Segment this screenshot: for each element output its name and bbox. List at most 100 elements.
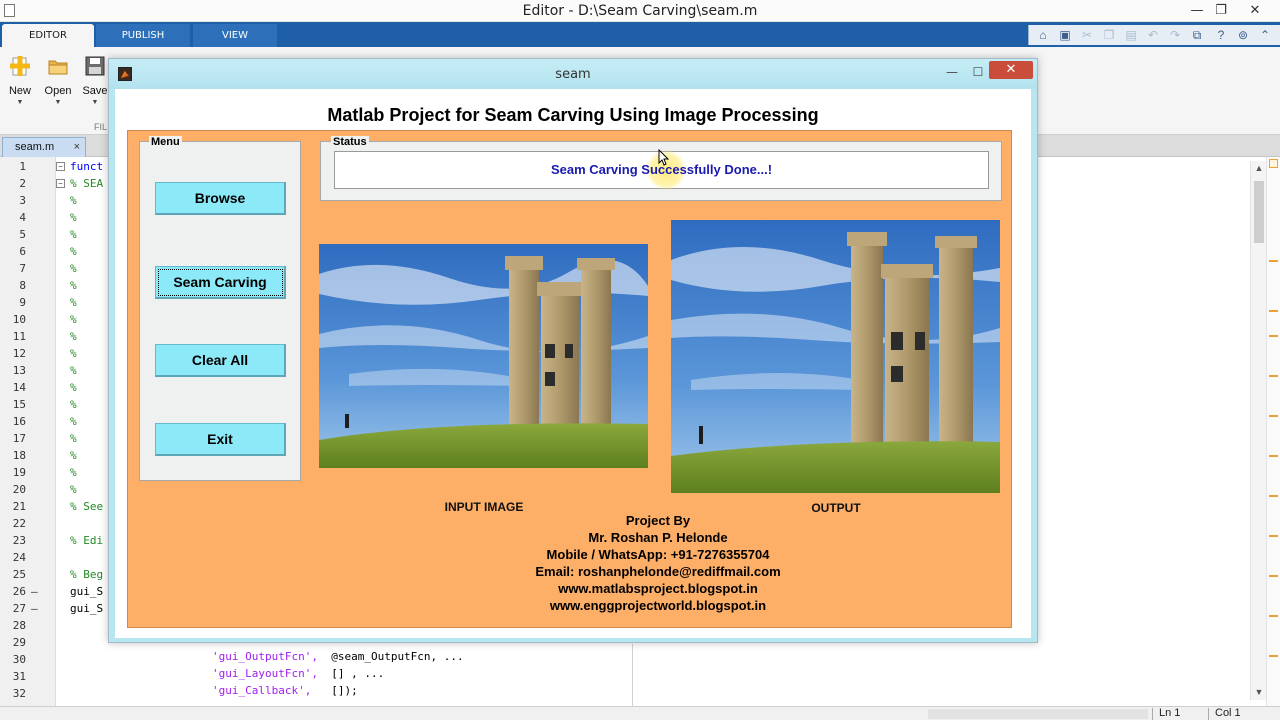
fold-toggle-icon[interactable]: −: [56, 179, 65, 188]
code-line-31: 'gui_LayoutFcn', [] , ...: [212, 667, 385, 680]
executable-line-marker[interactable]: —: [31, 602, 38, 615]
warning-marker[interactable]: [1269, 655, 1278, 657]
status-legend: Status: [331, 136, 369, 148]
help-icon[interactable]: ?: [1213, 27, 1229, 43]
open-folder-icon: [48, 60, 68, 75]
code-line: %: [70, 398, 77, 411]
code-line: %: [70, 296, 77, 309]
copy-icon[interactable]: ❐: [1101, 27, 1117, 43]
figure-heading: Matlab Project for Seam Carving Using Im…: [327, 105, 819, 125]
code-line: %: [70, 228, 77, 241]
code-line-32: 'gui_Callback', []);: [212, 684, 358, 697]
figure-title: seam: [555, 67, 591, 82]
menu-legend: Menu: [149, 136, 182, 148]
line-number: 12: [12, 347, 26, 360]
paste-icon[interactable]: ▤: [1123, 27, 1139, 43]
code-line: %: [70, 381, 77, 394]
line-number: 13: [12, 364, 26, 377]
code-line: %: [70, 432, 77, 445]
divider: [1208, 708, 1209, 720]
code-line: % SEA: [70, 177, 104, 190]
warning-marker[interactable]: [1269, 615, 1278, 617]
figure-maximize-button[interactable]: ☐: [967, 63, 989, 81]
scroll-down-icon[interactable]: ▼: [1251, 687, 1267, 697]
browse-button[interactable]: Browse: [155, 182, 286, 215]
collapse-icon[interactable]: ⌃: [1257, 27, 1273, 43]
warning-marker[interactable]: [1269, 415, 1278, 417]
line-number: 19: [12, 466, 26, 479]
warning-marker[interactable]: [1269, 375, 1278, 377]
switch-windows-icon[interactable]: ⧉: [1189, 27, 1205, 43]
scroll-up-icon[interactable]: ▲: [1251, 163, 1267, 173]
line-number: 8: [19, 279, 26, 292]
close-tab-icon[interactable]: ×: [74, 138, 80, 156]
scrollbar-thumb[interactable]: [1254, 181, 1264, 243]
figure-titlebar[interactable]: seam — ☐ ✕: [109, 59, 1037, 89]
line-number: 21: [12, 500, 26, 513]
open-button[interactable]: Open ▼: [40, 55, 76, 106]
line-number: 11: [12, 330, 26, 343]
warning-marker[interactable]: [1269, 310, 1278, 312]
tab-editor[interactable]: EDITOR: [2, 24, 94, 47]
line-indicator: Ln 1: [1159, 707, 1181, 719]
code-line: % See: [70, 500, 104, 513]
figure-close-button[interactable]: ✕: [989, 61, 1033, 79]
line-number: 2: [19, 177, 26, 190]
line-number: 15: [12, 398, 26, 411]
line-number: 10: [12, 313, 26, 326]
redo-icon[interactable]: ↷: [1167, 27, 1183, 43]
close-button[interactable]: ✕: [1242, 2, 1268, 20]
code-line-30: 'gui_OutputFcn', @seam_OutputFcn, ...: [212, 650, 464, 663]
minimize-button[interactable]: —: [1184, 2, 1210, 20]
executable-line-marker[interactable]: —: [31, 585, 38, 598]
line-number: 20: [12, 483, 26, 496]
section-label: FIL: [94, 122, 108, 132]
warning-indicator-icon[interactable]: [1269, 159, 1278, 168]
figure-minimize-button[interactable]: —: [941, 63, 963, 81]
new-button[interactable]: New ▼: [2, 55, 38, 106]
code-line: %: [70, 262, 77, 275]
code-line: %: [70, 466, 77, 479]
fold-toggle-icon[interactable]: −: [56, 162, 65, 171]
warning-marker[interactable]: [1269, 575, 1278, 577]
line-number: 4: [19, 211, 26, 224]
new-file-icon: [10, 56, 30, 76]
warning-marker[interactable]: [1269, 260, 1278, 262]
vertical-scrollbar[interactable]: ▲ ▼: [1250, 161, 1266, 700]
code-line: %: [70, 449, 77, 462]
line-number: 17: [12, 432, 26, 445]
restore-button[interactable]: ❐: [1208, 2, 1234, 20]
output-image: [671, 220, 1000, 493]
warning-marker[interactable]: [1269, 455, 1278, 457]
tab-view[interactable]: VIEW: [193, 24, 277, 47]
line-number: 1: [19, 160, 26, 173]
credits-phone: Mobile / WhatsApp: +91-7276355704: [546, 547, 770, 562]
code-line: %: [70, 211, 77, 224]
code-line: %: [70, 483, 77, 496]
warning-marker[interactable]: [1269, 495, 1278, 497]
save-icon: [85, 56, 105, 76]
search-icon[interactable]: ⊚: [1235, 27, 1251, 43]
right-margin-line: [632, 644, 633, 706]
cut-icon[interactable]: ✂: [1079, 27, 1095, 43]
code-line: %: [70, 245, 77, 258]
clear-all-button[interactable]: Clear All: [155, 344, 286, 377]
warning-marker[interactable]: [1269, 535, 1278, 537]
warning-marker[interactable]: [1269, 335, 1278, 337]
code-line: %: [70, 364, 77, 377]
code-line: %: [70, 415, 77, 428]
save-icon[interactable]: ▣: [1057, 27, 1073, 43]
tab-seam-m[interactable]: seam.m ×: [2, 137, 86, 157]
code-line: %: [70, 194, 77, 207]
main-panel: Menu Browse Seam Carving Clear All Exit …: [127, 130, 1012, 628]
home-icon[interactable]: ⌂: [1035, 27, 1051, 43]
tab-publish[interactable]: PUBLISH: [96, 24, 190, 47]
seam-carving-button[interactable]: Seam Carving: [155, 266, 286, 299]
horizontal-scrollbar[interactable]: [928, 709, 1148, 719]
credits-author: Mr. Roshan P. Helonde: [588, 530, 728, 545]
line-number: 18: [12, 449, 26, 462]
code-line: %: [70, 330, 77, 343]
undo-icon[interactable]: ↶: [1145, 27, 1161, 43]
code-line: %: [70, 347, 77, 360]
exit-button[interactable]: Exit: [155, 423, 286, 456]
